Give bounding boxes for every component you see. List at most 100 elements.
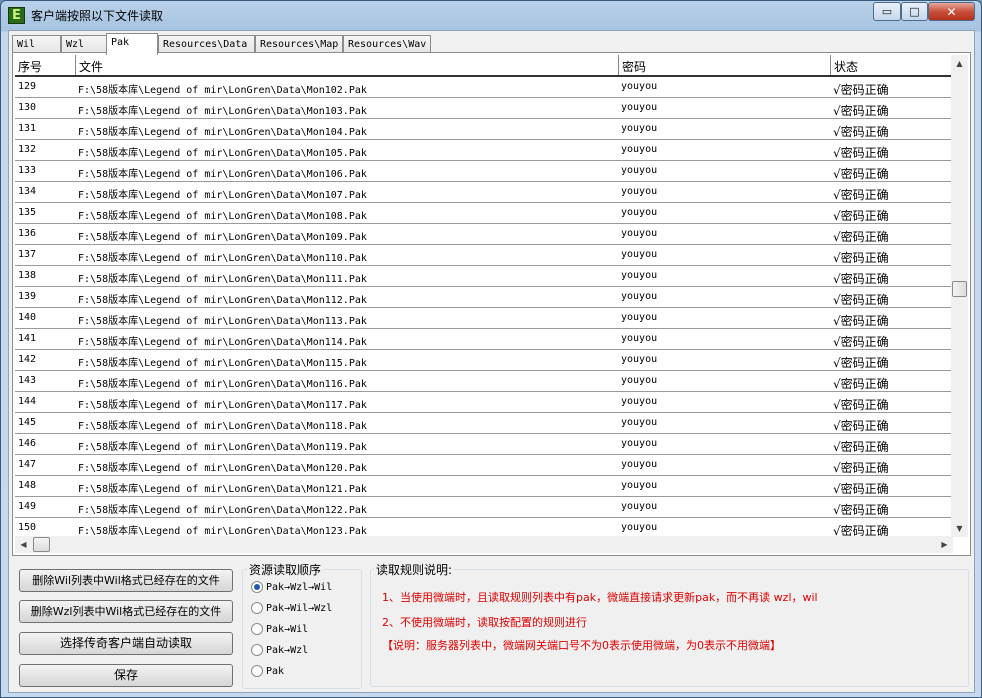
row-seq-cell: 150 [18,522,37,533]
table-row[interactable]: 134 F:\58版本库\Legend of mir\LonGren\Data\M… [15,182,953,203]
table-row[interactable]: 133 F:\58版本库\Legend of mir\LonGren\Data\M… [15,161,953,182]
table-row[interactable]: 131 F:\58版本库\Legend of mir\LonGren\Data\M… [15,119,953,140]
row-password-cell: youyou [621,312,658,323]
radio-pak[interactable]: Pak [251,665,284,681]
close-button[interactable]: ✕ [928,2,975,21]
table-row[interactable]: 143 F:\58版本库\Legend of mir\LonGren\Data\M… [15,371,953,392]
row-seq-cell: 140 [18,312,37,323]
row-status-cell: √密码正确 [833,83,889,97]
radio-selected-icon [251,581,263,593]
row-file-cell: F:\58版本库\Legend of mir\LonGren\Data\Mon1… [78,295,367,306]
row-status-cell: √密码正确 [833,167,889,181]
title-bar[interactable]: E 客户端按照以下文件读取 ▭ □ ✕ [1,1,981,29]
row-file-cell: F:\58版本库\Legend of mir\LonGren\Data\Mon1… [78,379,367,390]
delete-wzl-existing-button[interactable]: 删除Wzl列表中Wil格式已经存在的文件 [19,600,233,623]
row-file-cell: F:\58版本库\Legend of mir\LonGren\Data\Mon1… [78,400,367,411]
row-status-cell: √密码正确 [833,461,889,475]
row-password-cell: youyou [621,207,658,218]
table-row[interactable]: 148 F:\58版本库\Legend of mir\LonGren\Data\M… [15,476,953,497]
row-password-cell: youyou [621,459,658,470]
row-password-cell: youyou [621,522,658,533]
row-password-cell: youyou [621,438,658,449]
row-seq-cell: 149 [18,501,37,512]
row-password-cell: youyou [621,186,658,197]
horizontal-scrollbar[interactable]: ◀ ▶ [15,536,953,553]
table-row[interactable]: 137 F:\58版本库\Legend of mir\LonGren\Data\M… [15,245,953,266]
radio-icon [251,644,263,656]
table-row[interactable]: 136 F:\58版本库\Legend of mir\LonGren\Data\M… [15,224,953,245]
row-file-cell: F:\58版本库\Legend of mir\LonGren\Data\Mon1… [78,211,367,222]
pak-tab-panel: 序号 文件 密码 状态 129 F:\58版本库\Legend of mir\Lo… [12,52,971,556]
column-header-status[interactable]: 状态 [831,55,953,75]
rule-line-2: 2、不使用微端时，读取按配置的规则进行 [382,616,587,629]
row-password-cell: youyou [621,81,658,92]
row-password-cell: youyou [621,102,658,113]
scroll-down-icon[interactable]: ▼ [951,520,968,537]
row-status-cell: √密码正确 [833,356,889,370]
client-area: Wil Wzl Pak Resources\Data Resources\Map… [8,30,975,693]
row-file-cell: F:\58版本库\Legend of mir\LonGren\Data\Mon1… [78,106,367,117]
row-password-cell: youyou [621,228,658,239]
column-header-file[interactable]: 文件 [76,55,619,75]
horizontal-scroll-thumb[interactable] [33,537,50,552]
row-status-cell: √密码正确 [833,188,889,202]
row-password-cell: youyou [621,249,658,260]
row-seq-cell: 129 [18,81,37,92]
main-window: E 客户端按照以下文件读取 ▭ □ ✕ Wil Wzl Pak Resource… [0,0,982,698]
table-row[interactable]: 139 F:\58版本库\Legend of mir\LonGren\Data\M… [15,287,953,308]
vertical-scrollbar[interactable]: ▲ ▼ [951,55,968,537]
table-row[interactable]: 140 F:\58版本库\Legend of mir\LonGren\Data\M… [15,308,953,329]
radio-icon [251,665,263,677]
radio-pak-wzl-wil[interactable]: Pak→Wzl→Wil [251,581,332,597]
row-status-cell: √密码正确 [833,524,889,537]
table-row[interactable]: 142 F:\58版本库\Legend of mir\LonGren\Data\M… [15,350,953,371]
delete-wil-existing-button[interactable]: 删除Wil列表中Wil格式已经存在的文件 [19,569,233,592]
row-seq-cell: 135 [18,207,37,218]
table-row[interactable]: 138 F:\58版本库\Legend of mir\LonGren\Data\M… [15,266,953,287]
table-row[interactable]: 135 F:\58版本库\Legend of mir\LonGren\Data\M… [15,203,953,224]
row-password-cell: youyou [621,270,658,281]
tab-pak[interactable]: Pak [106,33,158,55]
maximize-button[interactable]: □ [901,2,928,21]
save-button[interactable]: 保存 [19,664,233,687]
row-file-cell: F:\58版本库\Legend of mir\LonGren\Data\Mon1… [78,484,367,495]
table-row[interactable]: 146 F:\58版本库\Legend of mir\LonGren\Data\M… [15,434,953,455]
table-row[interactable]: 129 F:\58版本库\Legend of mir\LonGren\Data\M… [15,77,953,98]
row-status-cell: √密码正确 [833,293,889,307]
row-seq-cell: 133 [18,165,37,176]
file-table[interactable]: 序号 文件 密码 状态 129 F:\58版本库\Legend of mir\Lo… [15,55,953,537]
row-status-cell: √密码正确 [833,398,889,412]
row-file-cell: F:\58版本库\Legend of mir\LonGren\Data\Mon1… [78,505,367,516]
row-status-cell: √密码正确 [833,104,889,118]
scroll-up-icon[interactable]: ▲ [951,55,968,72]
radio-icon [251,623,263,635]
row-password-cell: youyou [621,291,658,302]
table-row[interactable]: 147 F:\58版本库\Legend of mir\LonGren\Data\M… [15,455,953,476]
rule-note: 【说明：服务器列表中，微端网关端口号不为0表示使用微端，为0表示不用微端】 [382,639,781,652]
minimize-icon: ▭ [881,5,893,18]
row-seq-cell: 143 [18,375,37,386]
rule-line-1: 1、当使用微端时，且读取规则列表中有pak，微端直接请求更新pak，而不再读 w… [382,591,818,604]
table-row[interactable]: 149 F:\58版本库\Legend of mir\LonGren\Data\M… [15,497,953,518]
table-row[interactable]: 141 F:\58版本库\Legend of mir\LonGren\Data\M… [15,329,953,350]
minimize-button[interactable]: ▭ [873,2,901,21]
radio-pak-wil[interactable]: Pak→Wil [251,623,308,639]
scroll-right-icon[interactable]: ▶ [936,536,953,553]
scroll-left-icon[interactable]: ◀ [15,536,32,553]
row-file-cell: F:\58版本库\Legend of mir\LonGren\Data\Mon1… [78,274,367,285]
table-row[interactable]: 150 F:\58版本库\Legend of mir\LonGren\Data\M… [15,518,953,537]
row-status-cell: √密码正确 [833,419,889,433]
table-row[interactable]: 145 F:\58版本库\Legend of mir\LonGren\Data\M… [15,413,953,434]
row-file-cell: F:\58版本库\Legend of mir\LonGren\Data\Mon1… [78,316,367,327]
row-seq-cell: 139 [18,291,37,302]
vertical-scroll-thumb[interactable] [952,281,967,297]
table-row[interactable]: 130 F:\58版本库\Legend of mir\LonGren\Data\M… [15,98,953,119]
table-row[interactable]: 144 F:\58版本库\Legend of mir\LonGren\Data\M… [15,392,953,413]
select-client-auto-read-button[interactable]: 选择传奇客户端自动读取 [19,632,233,655]
column-header-password[interactable]: 密码 [619,55,831,75]
table-row[interactable]: 132 F:\58版本库\Legend of mir\LonGren\Data\M… [15,140,953,161]
radio-pak-wzl[interactable]: Pak→Wzl [251,644,308,660]
column-header-seq[interactable]: 序号 [15,55,76,75]
row-status-cell: √密码正确 [833,146,889,160]
radio-pak-wil-wzl[interactable]: Pak→Wil→Wzl [251,602,332,618]
